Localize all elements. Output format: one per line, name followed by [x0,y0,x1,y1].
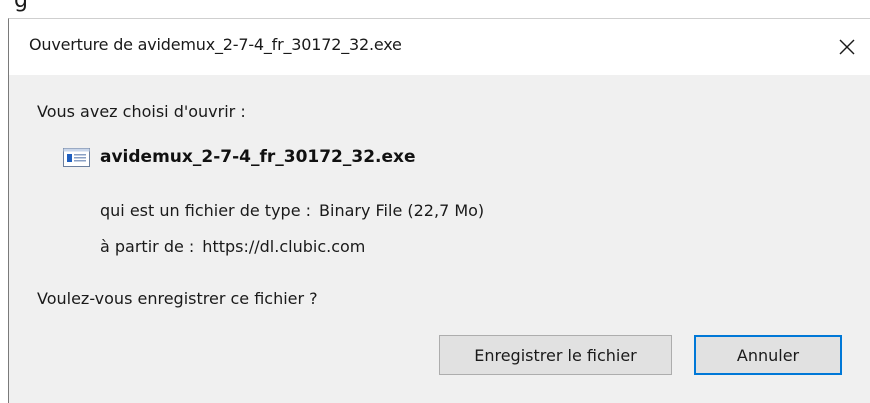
background-window-fragment: g [0,0,870,18]
file-type-line: qui est un fichier de type : Binary File … [100,201,484,220]
file-row: avidemux_2-7-4_fr_30172_32.exe [63,147,416,167]
save-question: Voulez-vous enregistrer ce fichier ? [37,289,318,308]
file-source-line: à partir de : https://dl.clubic.com [100,237,365,256]
open-prompt: Vous avez choisi d'ouvrir : [37,102,246,121]
dialog-titlebar: Ouverture de avidemux_2-7-4_fr_30172_32.… [9,19,870,75]
file-name: avidemux_2-7-4_fr_30172_32.exe [100,147,416,167]
file-source-label: à partir de : [100,237,195,256]
dialog-title: Ouverture de avidemux_2-7-4_fr_30172_32.… [29,35,402,54]
download-dialog: Ouverture de avidemux_2-7-4_fr_30172_32.… [8,18,870,403]
close-icon [839,39,855,55]
save-file-button[interactable]: Enregistrer le fichier [439,335,672,375]
executable-file-icon [63,147,90,167]
file-type-label: qui est un fichier de type : [100,201,312,220]
cancel-button[interactable]: Annuler [694,335,842,375]
file-source-value: https://dl.clubic.com [202,237,366,256]
close-button[interactable] [824,19,870,75]
file-type-value: Binary File (22,7 Mo) [319,201,485,220]
